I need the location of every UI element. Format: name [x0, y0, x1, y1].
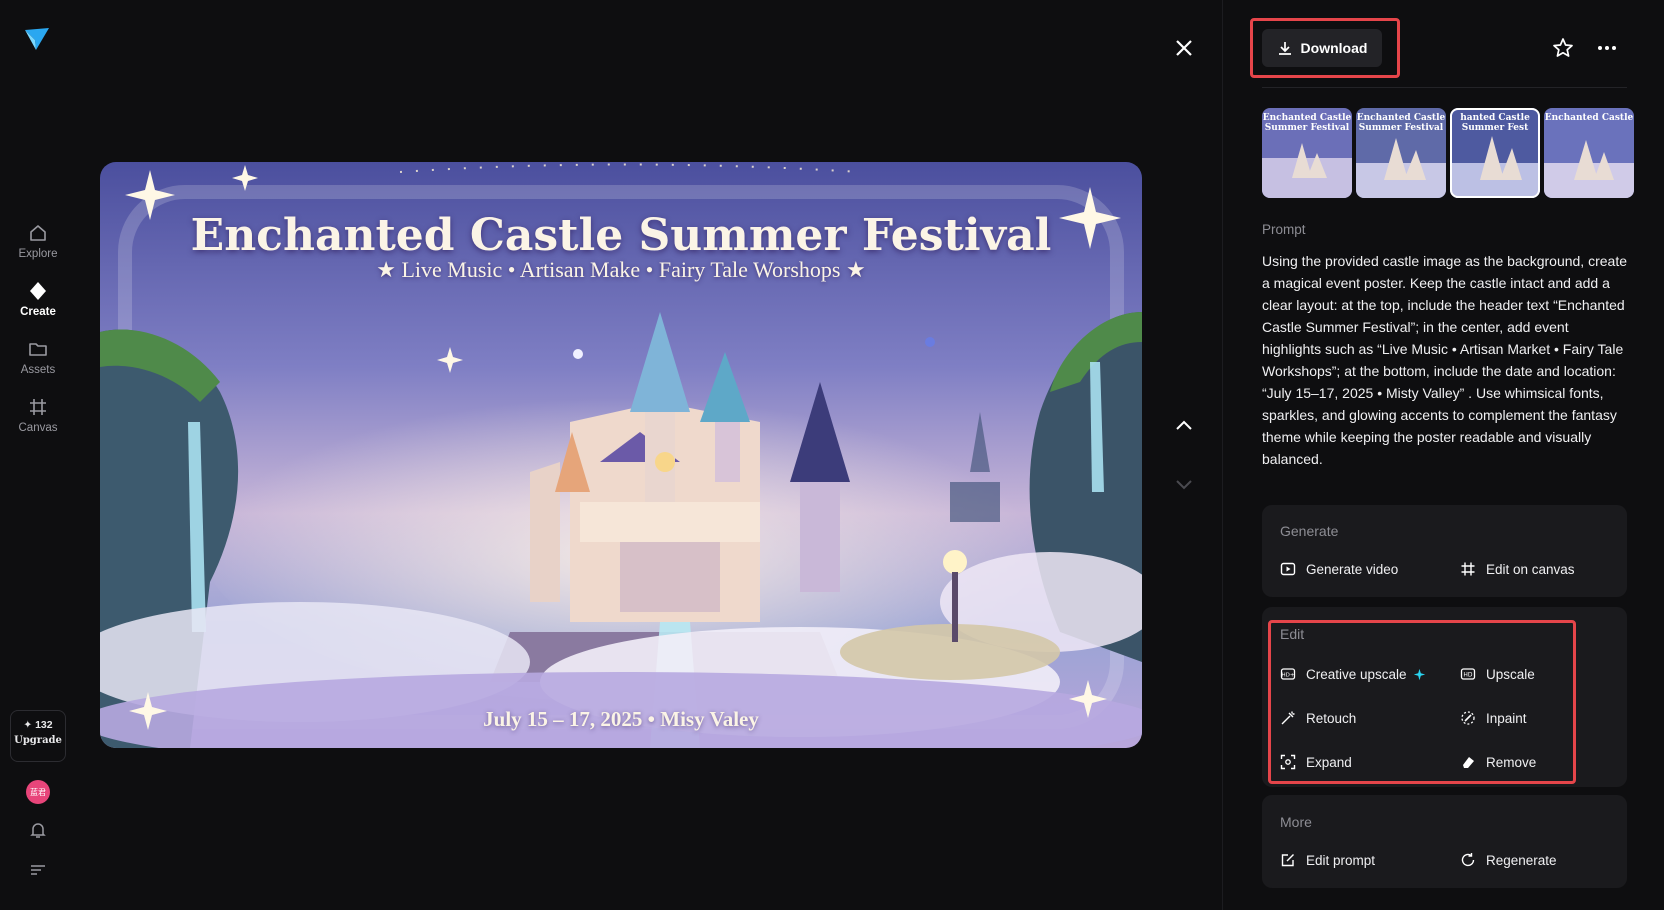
diamond-icon — [30, 282, 46, 300]
download-label: Download — [1300, 40, 1368, 56]
nav-canvas[interactable]: Canvas — [0, 396, 76, 434]
nav-assets[interactable]: Assets — [0, 338, 76, 376]
download-button[interactable]: Download — [1262, 29, 1382, 67]
poster-subtitle: ★ Live Music • Artisan Make • Fairy Tale… — [376, 257, 866, 282]
app-logo-icon[interactable] — [22, 24, 52, 54]
chevron-up-icon[interactable] — [1172, 414, 1196, 438]
generate-heading: Generate — [1280, 523, 1339, 539]
menu-icon[interactable] — [27, 859, 49, 881]
edit-on-canvas-label: Edit on canvas — [1486, 561, 1575, 577]
prompt-heading: Prompt — [1262, 222, 1306, 237]
thumbnail-2[interactable]: Enchanted Castle Summer Festival — [1356, 108, 1446, 198]
more-heading: More — [1280, 814, 1312, 830]
generate-card: Generate Generate video Edit on canvas — [1262, 505, 1627, 597]
canvas-icon — [30, 399, 46, 415]
thumbnail-4-title: Enchanted Castle — [1544, 113, 1634, 123]
thumbnail-3-selected[interactable]: hanted Castle Summer Fest — [1450, 108, 1540, 198]
thumbnail-2-title: Enchanted Castle Summer Festival — [1356, 113, 1446, 133]
upgrade-label: Upgrade — [14, 735, 62, 746]
nav-explore[interactable]: Explore — [0, 222, 76, 260]
generated-image[interactable]: Enchanted Castle Summer Festival ★ Live … — [100, 162, 1142, 748]
credits-count: ✦ 132 — [23, 719, 53, 731]
prompt-text: Using the provided castle image as the b… — [1262, 253, 1627, 467]
edit-prompt-icon — [1281, 854, 1294, 867]
regenerate-label: Regenerate — [1486, 852, 1557, 868]
video-icon — [1280, 562, 1296, 576]
credits-upgrade-button[interactable]: ✦ 132 Upgrade — [10, 710, 66, 762]
close-icon[interactable] — [1172, 36, 1196, 60]
folder-icon — [29, 343, 47, 356]
poster-date: July 15 – 17, 2025 • Misy Valey — [483, 707, 759, 731]
home-icon — [30, 225, 46, 241]
nav-assets-label: Assets — [20, 364, 56, 376]
nav-explore-label: Explore — [18, 248, 58, 260]
regenerate-button[interactable]: Regenerate — [1460, 852, 1557, 868]
edit-highlight — [1268, 620, 1576, 784]
edit-on-canvas-button[interactable]: Edit on canvas — [1460, 561, 1575, 577]
edit-prompt-label: Edit prompt — [1306, 852, 1376, 868]
more-card: More Edit prompt Regenerate — [1262, 795, 1627, 888]
refresh-icon — [1461, 853, 1475, 867]
thumbnail-1[interactable]: Enchanted Castle Summer Festival — [1262, 108, 1352, 198]
nav-create[interactable]: Create — [0, 280, 76, 318]
panel-divider — [1222, 0, 1223, 910]
nav-create-label: Create — [20, 306, 56, 318]
left-rail: Explore Create Assets Canvas ✦ 132 Upgra… — [0, 0, 76, 910]
edit-prompt-button[interactable]: Edit prompt — [1280, 852, 1375, 868]
bell-icon[interactable] — [27, 819, 49, 841]
thumbnail-1-title: Enchanted Castle Summer Festival — [1262, 113, 1352, 133]
chevron-down-icon[interactable] — [1172, 472, 1196, 496]
avatar[interactable]: 蓝君 — [26, 780, 50, 804]
thumbnail-3-title: hanted Castle Summer Fest — [1460, 113, 1530, 133]
generate-video-label: Generate video — [1306, 561, 1399, 577]
more-options-icon[interactable] — [1594, 36, 1620, 60]
nav-canvas-label: Canvas — [18, 422, 58, 434]
header-divider — [1262, 87, 1627, 88]
thumbnail-4[interactable]: Enchanted Castle — [1544, 108, 1634, 198]
app-root: Explore Create Assets Canvas ✦ 132 Upgra… — [0, 0, 1664, 910]
poster-title: Enchanted Castle Summer Festival — [190, 210, 1052, 261]
download-icon — [1278, 42, 1291, 55]
star-icon[interactable] — [1551, 36, 1575, 60]
generate-video-button[interactable]: Generate video — [1280, 561, 1398, 577]
canvas-icon — [1461, 562, 1475, 576]
